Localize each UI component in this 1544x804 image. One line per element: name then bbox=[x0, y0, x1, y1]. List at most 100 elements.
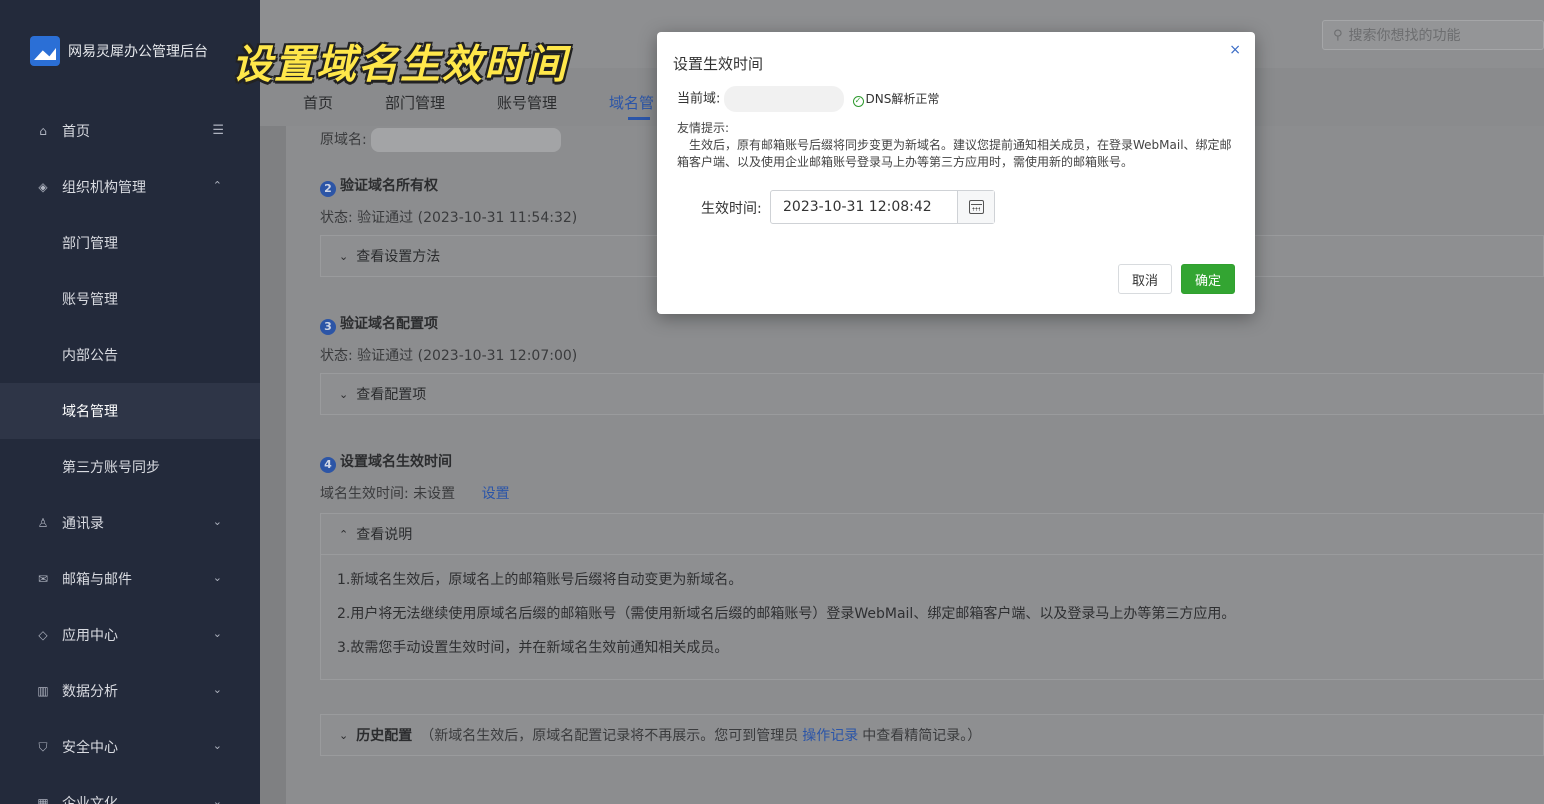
sidebar-item[interactable]: ◈ 组织机构管理 ⌃ bbox=[0, 159, 260, 215]
sidebar-item-label: 企业文化 bbox=[62, 796, 118, 804]
hint-box: 友情提示: 生效后，原有邮箱账号后缀将同步变更为新域名。建议您提前通知相关成员，… bbox=[677, 120, 1239, 171]
step4-status: 域名生效时间: 未设置 bbox=[320, 486, 456, 502]
sidebar-item[interactable]: ⛉ 安全中心 ⌄ bbox=[0, 719, 260, 775]
effective-time-label: 生效时间: bbox=[701, 201, 762, 217]
operation-log-link[interactable]: 操作记录 bbox=[802, 725, 858, 745]
set-time-link[interactable]: 设置 bbox=[482, 486, 510, 502]
chart-icon: ▥ bbox=[37, 684, 49, 698]
sidebar-item[interactable]: ✉ 邮箱与邮件 ⌄ bbox=[0, 551, 260, 607]
sidebar-item[interactable]: 内部公告 bbox=[0, 327, 260, 383]
cancel-button[interactable]: 取消 bbox=[1118, 264, 1172, 294]
logo-icon bbox=[30, 36, 60, 66]
close-icon[interactable]: × bbox=[1229, 42, 1241, 58]
search-icon: ⚲ bbox=[1333, 27, 1343, 43]
sidebar-item-label: 安全中心 bbox=[62, 740, 118, 756]
home-icon: ⌂ bbox=[39, 124, 47, 138]
sidebar-item[interactable]: ◇ 应用中心 ⌄ bbox=[0, 607, 260, 663]
original-domain-label: 原域名: bbox=[320, 132, 367, 148]
step2-number: 2 bbox=[320, 181, 336, 197]
sidebar-item-label: 数据分析 bbox=[62, 684, 118, 700]
sidebar: 网易灵犀办公管理后台 ⌂ 首页 ☰ ◈ 组织机构管理 ⌃ 部门管理 账号管理 内部公告 域名管理第… bbox=[0, 0, 260, 804]
user-icon: ♙ bbox=[37, 516, 49, 530]
modal-title: 设置生效时间 bbox=[673, 55, 764, 73]
chevron-down-icon: ⌄ bbox=[339, 728, 349, 742]
history-note-before: （新域名生效后，原域名配置记录将不再展示。您可到管理员 bbox=[420, 728, 799, 744]
menu-collapse-icon[interactable]: ☰ bbox=[212, 123, 224, 138]
step2-title: 2 验证域名所有权 bbox=[320, 175, 438, 197]
current-domain-label: 当前域: bbox=[677, 91, 721, 107]
culture-icon: ▦ bbox=[37, 796, 49, 804]
tab-home[interactable]: 首页 bbox=[303, 92, 333, 113]
chevron-down-icon: ⌄ bbox=[212, 795, 222, 804]
sidebar-item-label: 域名管理 bbox=[62, 404, 118, 420]
tab-domain[interactable]: 域名管 bbox=[609, 92, 654, 113]
tab-account[interactable]: 账号管理 bbox=[497, 92, 557, 113]
step4-collapse-head[interactable]: ⌃ 查看说明 bbox=[321, 514, 1543, 554]
calendar-button[interactable] bbox=[957, 191, 994, 223]
dns-status: ✓ DNS解析正常 bbox=[852, 91, 940, 107]
sidebar-item[interactable]: 账号管理 bbox=[0, 271, 260, 327]
blurred-domain bbox=[370, 128, 561, 152]
step3-collapse[interactable]: ⌄ 查看配置项 bbox=[320, 373, 1544, 415]
note-2: 2.用户将无法继续使用原域名后缀的邮箱账号（需使用新域名后缀的邮箱账号）登录We… bbox=[337, 606, 1236, 622]
description-body: 1.新域名生效后，原域名上的邮箱账号后缀将自动变更为新域名。 2.用户将无法继续… bbox=[321, 554, 1543, 685]
step3-collapse-label: 查看配置项 bbox=[356, 387, 427, 403]
search-placeholder: 搜索你想找的功能 bbox=[1348, 28, 1461, 44]
sidebar-item[interactable]: ♙ 通讯录 ⌄ bbox=[0, 495, 260, 551]
history-collapse[interactable]: ⌄ 历史配置 （新域名生效后，原域名配置记录将不再展示。您可到管理员 操作记录 … bbox=[320, 714, 1544, 756]
step4-status-row: 域名生效时间: 未设置 设置 bbox=[320, 483, 510, 503]
chevron-down-icon: ⌄ bbox=[339, 387, 349, 401]
mail-icon: ✉ bbox=[37, 572, 49, 586]
sidebar-item-label: 账号管理 bbox=[62, 292, 118, 308]
step3-status: 状态: 验证通过 (2023-10-31 12:07:00) bbox=[320, 348, 578, 364]
check-circle-icon: ✓ bbox=[852, 95, 864, 107]
step4-title-text: 设置域名生效时间 bbox=[340, 454, 452, 470]
sidebar-item-label: 组织机构管理 bbox=[62, 180, 146, 196]
step4-title: 4 设置域名生效时间 bbox=[320, 451, 452, 473]
sidebar-item-label: 第三方账号同步 bbox=[62, 460, 160, 476]
effective-time-input[interactable] bbox=[771, 191, 957, 223]
brand[interactable]: 网易灵犀办公管理后台 bbox=[30, 36, 208, 66]
tab-department[interactable]: 部门管理 bbox=[385, 92, 445, 113]
sidebar-item[interactable]: ⌂ 首页 ☰ bbox=[0, 103, 260, 159]
hint-body: 生效后，原有邮箱账号后缀将同步变更为新域名。建议您提前通知相关成员，在登录Web… bbox=[677, 138, 1232, 169]
tab-active-indicator bbox=[628, 117, 650, 120]
sidebar-item-label: 部门管理 bbox=[62, 236, 118, 252]
dns-status-text: DNS解析正常 bbox=[865, 91, 940, 106]
calendar-icon bbox=[968, 200, 984, 214]
sidebar-item[interactable]: ▦ 企业文化 ⌄ bbox=[0, 775, 260, 804]
date-picker bbox=[770, 190, 995, 224]
chevron-down-icon: ⌄ bbox=[212, 683, 222, 696]
confirm-button[interactable]: 确定 bbox=[1181, 264, 1235, 294]
step2-collapse-label: 查看设置方法 bbox=[356, 249, 441, 265]
step3-number: 3 bbox=[320, 319, 336, 335]
step4-collapse: ⌃ 查看说明 1.新域名生效后，原域名上的邮箱账号后缀将自动变更为新域名。 2.用… bbox=[320, 513, 1544, 680]
hint-title: 友情提示: bbox=[677, 121, 730, 135]
step3-title-text: 验证域名配置项 bbox=[340, 316, 438, 332]
set-time-modal: 设置生效时间 × 当前域: ✓ DNS解析正常 友情提示: 生效后，原有邮箱账号后… bbox=[657, 32, 1255, 314]
original-domain-row: 原域名: bbox=[320, 128, 561, 152]
history-note-after: 中查看精简记录。） bbox=[862, 728, 982, 744]
blurred-current-domain bbox=[724, 86, 845, 112]
step4-number: 4 bbox=[320, 457, 336, 473]
note-3: 3.故需您手动设置生效时间，并在新域名生效前通知相关成员。 bbox=[337, 640, 729, 656]
chevron-down-icon: ⌄ bbox=[212, 627, 222, 640]
shield-icon: ⛉ bbox=[38, 739, 48, 754]
step2-title-text: 验证域名所有权 bbox=[340, 178, 438, 194]
sidebar-item-label: 首页 bbox=[62, 124, 90, 140]
sidebar-item-label: 内部公告 bbox=[62, 348, 118, 364]
search-input[interactable]: ⚲ 搜索你想找的功能 bbox=[1322, 20, 1544, 50]
step3-title: 3 验证域名配置项 bbox=[320, 313, 438, 335]
chevron-down-icon: ⌄ bbox=[339, 249, 349, 263]
current-domain-row: 当前域: ✓ DNS解析正常 bbox=[677, 86, 939, 112]
chevron-down-icon: ⌄ bbox=[212, 515, 222, 528]
overlay-title: 设置域名生效时间 bbox=[232, 42, 568, 88]
chevron-up-icon: ⌃ bbox=[212, 179, 222, 192]
sidebar-item[interactable]: 域名管理 bbox=[0, 383, 260, 439]
sidebar-item-label: 应用中心 bbox=[62, 628, 118, 644]
sidebar-item[interactable]: ▥ 数据分析 ⌄ bbox=[0, 663, 260, 719]
sidebar-item[interactable]: 第三方账号同步 bbox=[0, 439, 260, 495]
step4-collapse-label: 查看说明 bbox=[356, 527, 413, 543]
sidebar-item[interactable]: 部门管理 bbox=[0, 215, 260, 271]
chevron-down-icon: ⌄ bbox=[212, 739, 222, 752]
